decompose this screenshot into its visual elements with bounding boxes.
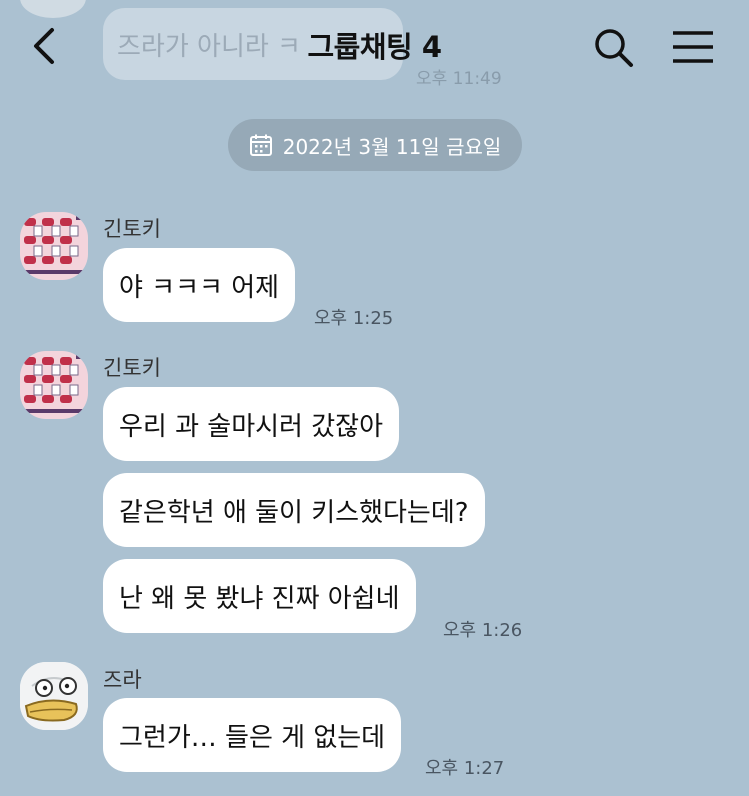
avatar-gintoki[interactable] [20, 212, 88, 280]
message-bubble[interactable]: 그런가… 들은 게 없는데 [103, 698, 402, 772]
sender-name: 즈라 [103, 668, 142, 692]
avatar-zura[interactable] [20, 662, 88, 730]
previous-message-time: 오후 11:49 [416, 69, 502, 89]
message-time: 오후 1:26 [443, 620, 523, 641]
message-bubble[interactable]: 우리 과 술마시러 갔잖아 [103, 387, 399, 461]
date-divider: 2022년 3월 11일 금요일 [228, 119, 522, 171]
menu-icon[interactable] [670, 28, 716, 66]
sender-name: 긴토키 [103, 217, 161, 241]
message-bubble[interactable]: 야 ㅋㅋㅋ 어제 [103, 248, 296, 322]
avatar-gintoki[interactable] [20, 351, 88, 419]
message-bubble[interactable]: 같은학년 애 둘이 키스했다는데? [103, 473, 485, 547]
date-divider-label: 2022년 3월 11일 금요일 [282, 134, 502, 159]
previous-message-avatar [20, 0, 86, 18]
message-time: 오후 1:25 [314, 308, 394, 329]
sender-name: 긴토키 [103, 356, 161, 380]
message-bubble[interactable]: 난 왜 못 봤냐 진짜 아쉽네 [103, 559, 416, 633]
calendar-icon [249, 134, 272, 156]
message-time: 오후 1:27 [425, 758, 505, 779]
chat-title: 그룹채팅 4 [307, 30, 443, 64]
search-icon[interactable] [592, 26, 636, 70]
